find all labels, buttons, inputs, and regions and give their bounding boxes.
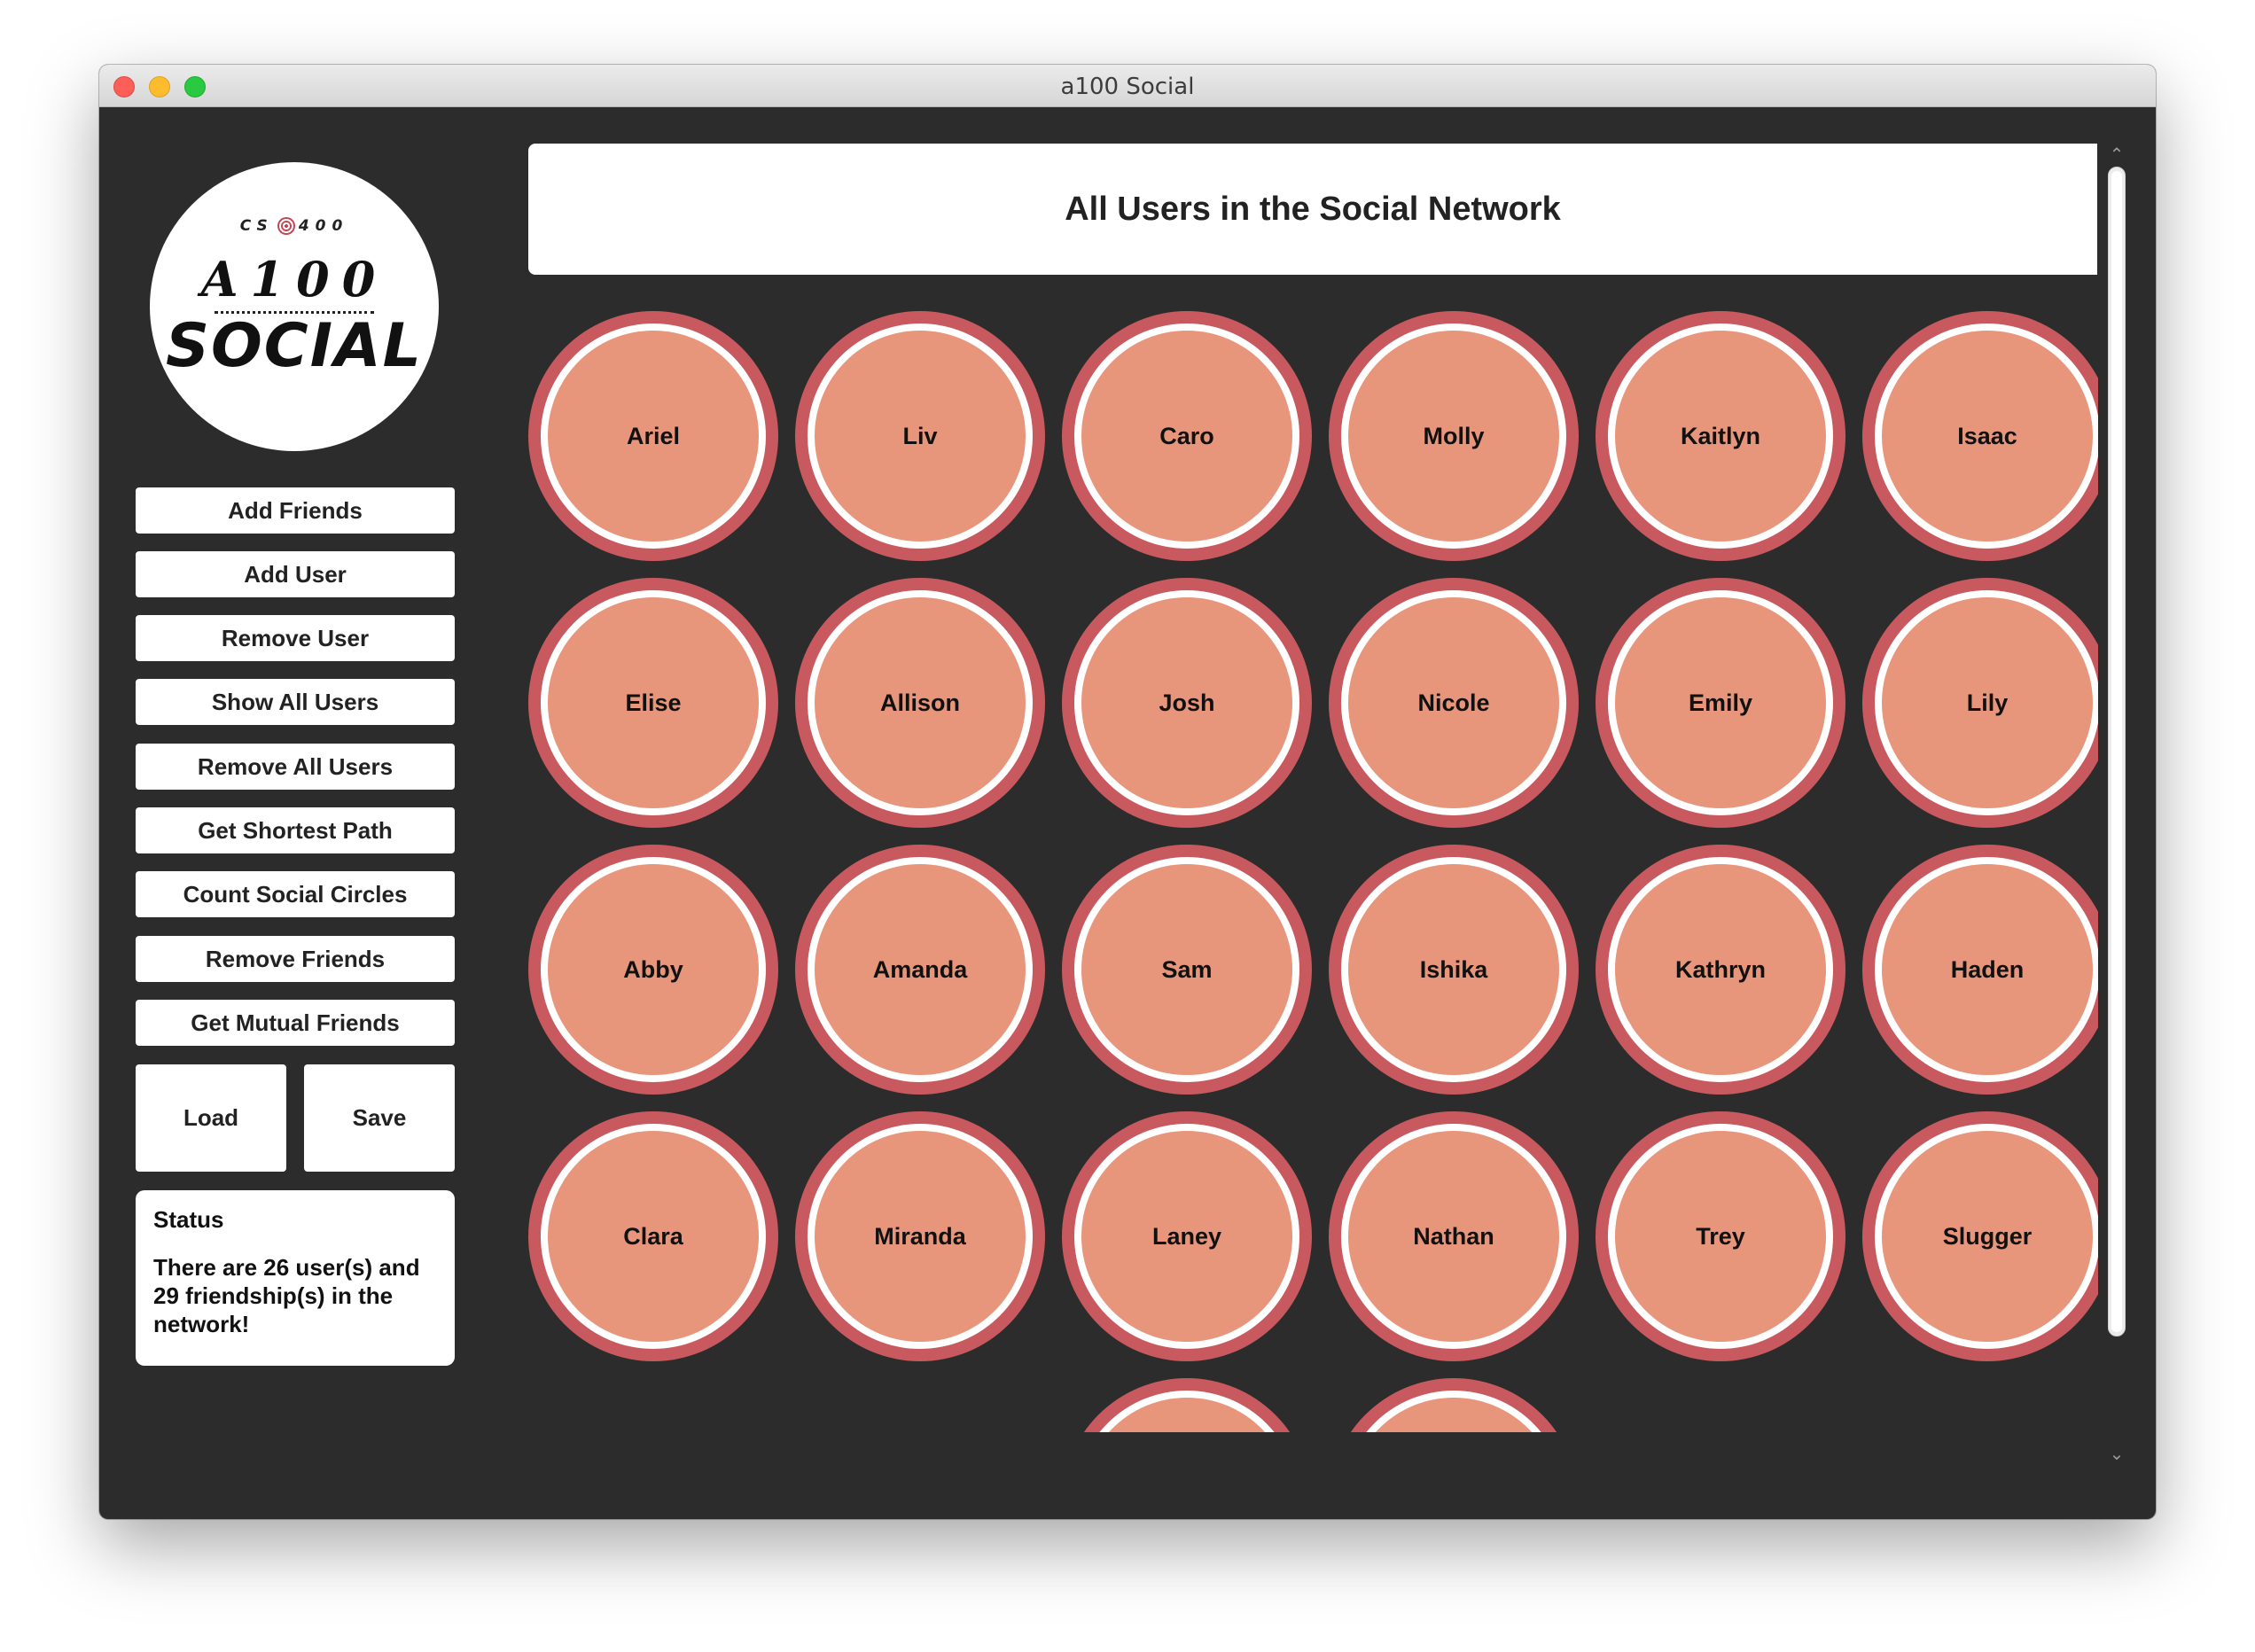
user-name: Molly	[1423, 422, 1485, 449]
user-node[interactable]: Ariel	[528, 311, 778, 561]
user-name: Miranda	[874, 1222, 966, 1250]
user-node[interactable]: Slugger	[1862, 1111, 2098, 1361]
user-name: Amanda	[872, 955, 968, 983]
logo-a100: A100	[200, 251, 388, 308]
logo-course: CS 400	[150, 217, 439, 235]
user-node[interactable]: Emily	[1596, 578, 1845, 828]
user-name: Slugger	[1942, 1222, 2033, 1250]
page-title: All Users in the Social Network	[1065, 190, 1561, 228]
user-node[interactable]: Allison	[795, 578, 1045, 828]
status-message: There are 26 user(s) and 29 friendship(s…	[153, 1254, 420, 1337]
get-shortest-path-button[interactable]: Get Shortest Path	[136, 807, 455, 853]
user-node[interactable]: Elise	[528, 578, 778, 828]
user-name: Caro	[1159, 422, 1214, 449]
user-node[interactable]: Miranda	[795, 1111, 1045, 1361]
user-name: Kathryn	[1674, 955, 1766, 983]
logo-course-left: CS	[239, 217, 274, 235]
scroll-track[interactable]	[2108, 167, 2126, 1336]
status-title: Status	[153, 1206, 224, 1233]
user-node[interactable]: Clara	[528, 1111, 778, 1361]
user-node[interactable]: Caro	[1062, 311, 1312, 561]
get-mutual-friends-button[interactable]: Get Mutual Friends	[136, 1000, 455, 1046]
user-node[interactable]: Josh	[1062, 578, 1312, 828]
save-button[interactable]: Save	[304, 1064, 455, 1172]
app-logo: CS 400 A100 SOCIAL	[150, 162, 439, 451]
user-node[interactable]: Trey	[1596, 1111, 1845, 1361]
user-name: Abby	[623, 955, 683, 983]
user-node[interactable]: Kathryn	[1596, 845, 1845, 1095]
user-name: Allison	[879, 689, 960, 716]
user-name: Ishika	[1419, 955, 1488, 983]
user-node[interactable]: Ishika	[1329, 845, 1579, 1095]
user-node[interactable]: Sam	[1062, 845, 1312, 1095]
user-name: Nicole	[1417, 689, 1490, 716]
user-name: Laney	[1151, 1222, 1222, 1250]
target-icon	[277, 217, 295, 235]
logo-course-right: 400	[298, 217, 349, 235]
vertical-scrollbar[interactable]: ⌃ ⌄	[2097, 144, 2136, 1464]
users-grid: Ariel Liv Caro Molly Kaitlyn Isaac Elise…	[528, 311, 2098, 1432]
user-node[interactable]: Molly	[1329, 311, 1579, 561]
user-node[interactable]: Lily	[1862, 578, 2098, 828]
window-title: a100 Social	[1060, 74, 1195, 100]
remove-friends-button[interactable]: Remove Friends	[136, 936, 455, 982]
scroll-thumb[interactable]	[2111, 171, 2122, 1332]
user-name: Trey	[1696, 1222, 1745, 1250]
add-friends-button[interactable]: Add Friends	[136, 487, 455, 534]
user-name: Kaitlyn	[1680, 422, 1761, 449]
user-name: Isaac	[1957, 422, 2017, 449]
user-name: Nathan	[1413, 1222, 1494, 1250]
user-name: Liv	[902, 422, 938, 449]
user-node[interactable]: Abby	[528, 845, 778, 1095]
user-name: Haden	[1950, 955, 2025, 983]
remove-user-button[interactable]: Remove User	[136, 615, 455, 661]
app-window: a100 Social CS 400 A100 SOCIAL Add Friend…	[99, 65, 2156, 1519]
user-name: Ariel	[626, 422, 681, 449]
user-node[interactable]: Nathan	[1329, 1111, 1579, 1361]
status-panel: Status There are 26 user(s) and 29 frien…	[136, 1190, 455, 1366]
chevron-up-icon[interactable]: ⌃	[2106, 144, 2127, 165]
user-name: Emily	[1688, 689, 1753, 716]
user-node[interactable]: Haden	[1862, 845, 2098, 1095]
chevron-down-icon[interactable]: ⌄	[2106, 1443, 2127, 1464]
add-user-button[interactable]: Add User	[136, 551, 455, 597]
user-node[interactable]: Kaitlyn	[1596, 311, 1845, 561]
logo-social: SOCIAL	[166, 311, 423, 381]
user-node[interactable]: Nicole	[1329, 578, 1579, 828]
user-name: Josh	[1159, 689, 1215, 716]
show-all-users-button[interactable]: Show All Users	[136, 679, 455, 725]
count-social-circles-button[interactable]: Count Social Circles	[136, 871, 455, 917]
title-bar: a100 Social	[99, 65, 2156, 107]
load-button[interactable]: Load	[136, 1064, 286, 1172]
user-name: Elise	[625, 689, 682, 716]
user-name: Sam	[1161, 955, 1213, 983]
user-node[interactable]: Amanda	[795, 845, 1045, 1095]
user-node[interactable]: Liv	[795, 311, 1045, 561]
remove-all-users-button[interactable]: Remove All Users	[136, 744, 455, 790]
user-node[interactable]	[1062, 1378, 1312, 1432]
user-node[interactable]	[1329, 1378, 1579, 1432]
user-node[interactable]: Isaac	[1862, 311, 2098, 561]
user-name: Lily	[1966, 689, 2009, 716]
page-header: All Users in the Social Network	[528, 144, 2097, 275]
app-content: CS 400 A100 SOCIAL Add Friends Add User R…	[99, 107, 2156, 1519]
user-name: Clara	[623, 1222, 683, 1250]
user-node[interactable]: Laney	[1062, 1111, 1312, 1361]
